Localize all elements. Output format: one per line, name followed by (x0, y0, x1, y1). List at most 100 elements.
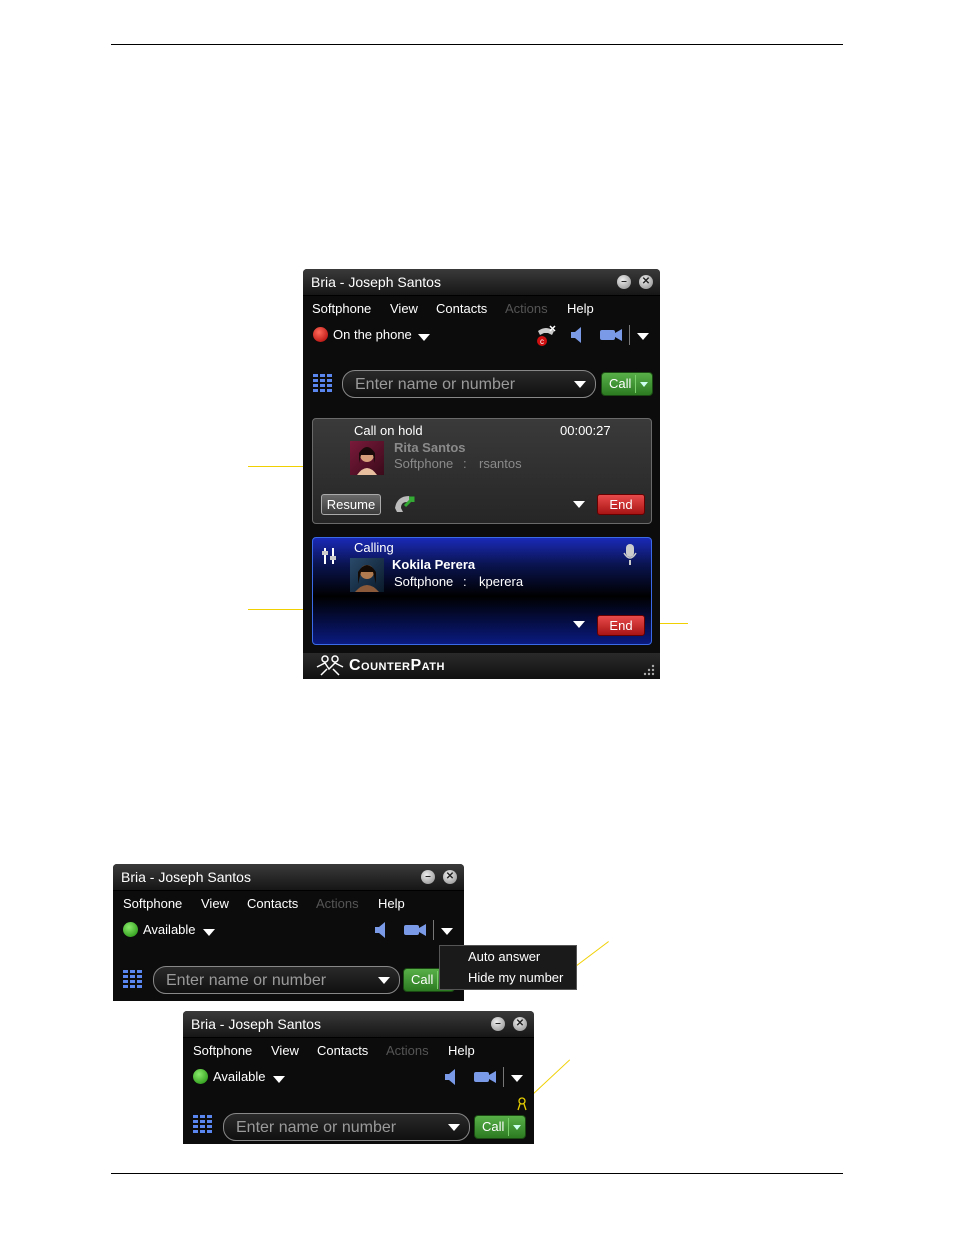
end-call-button-hold[interactable]: End (597, 494, 645, 515)
toolbar-divider (503, 1067, 504, 1087)
bria-window-options-menu: Bria - Joseph Santos – ✕ Softphone View … (113, 864, 464, 1001)
microphone-icon[interactable] (623, 543, 637, 567)
dialpad-icon[interactable] (193, 1115, 213, 1133)
hold-call-options-icon[interactable] (573, 501, 585, 508)
menu-contacts[interactable]: Contacts (247, 896, 298, 911)
status-dropdown-icon[interactable] (418, 334, 430, 341)
video-camera-icon[interactable] (403, 922, 427, 938)
status-dropdown-icon[interactable] (273, 1076, 285, 1083)
speaker-icon[interactable] (569, 326, 587, 344)
hold-state-label: Call on hold (354, 423, 423, 438)
menu-view[interactable]: View (201, 896, 229, 911)
call-on-hold-panel: Call on hold 00:00:27 Rita Santos Softph… (312, 418, 652, 524)
brand-name: CounterPath (349, 657, 445, 674)
contact-line: Softphone (394, 456, 454, 471)
dial-entry-field[interactable] (342, 370, 596, 398)
toolbar-divider (629, 325, 630, 345)
dial-history-dropdown-icon[interactable] (448, 1124, 460, 1131)
title-bar[interactable]: Bria - Joseph Santos – ✕ (113, 864, 464, 891)
minimize-icon[interactable]: – (421, 870, 435, 884)
available-status-icon (193, 1069, 208, 1084)
status-dropdown-icon[interactable] (203, 929, 215, 936)
resize-grip-icon[interactable] (643, 663, 655, 676)
status-label[interactable]: Available (213, 1069, 266, 1084)
toolbar-options-menu: Auto answer Hide my number (439, 945, 577, 990)
title-bar[interactable]: Bria - Joseph Santos – ✕ (303, 269, 660, 296)
minimize-icon[interactable]: – (617, 275, 631, 289)
menu-actions: Actions (316, 896, 359, 911)
contact-separator: : (463, 574, 467, 589)
available-status-icon (123, 922, 138, 937)
call-button[interactable]: Call (474, 1115, 526, 1139)
menu-bar: Softphone View Contacts Actions Help (183, 1038, 534, 1062)
window-title: Bria - Joseph Santos (121, 869, 251, 885)
bria-window-privacy-on: Bria - Joseph Santos – ✕ Softphone View … (183, 1011, 534, 1144)
bria-window-on-call: Bria - Joseph Santos – ✕ Softphone View … (303, 269, 660, 679)
contact-avatar-rita (350, 441, 384, 475)
dialpad-icon[interactable] (313, 374, 333, 392)
contact-name: Rita Santos (394, 440, 466, 455)
end-call-button-calling[interactable]: End (597, 615, 645, 636)
header-rule (111, 44, 843, 45)
call-button-label: Call (482, 1119, 505, 1134)
minimize-icon[interactable]: – (491, 1017, 505, 1031)
menu-softphone[interactable]: Softphone (312, 301, 371, 316)
dnd-phone-icon[interactable]: c (535, 325, 557, 347)
close-icon[interactable]: ✕ (443, 870, 457, 884)
menu-view[interactable]: View (390, 301, 418, 316)
speaker-icon[interactable] (373, 921, 391, 939)
calling-state-label: Calling (354, 540, 394, 555)
menu-softphone[interactable]: Softphone (193, 1043, 252, 1058)
call-button-label: Call (609, 376, 632, 391)
toolbar-options-icon[interactable] (441, 928, 453, 935)
contact-account: rsantos (479, 456, 522, 471)
dial-row: Call (303, 368, 660, 402)
menu-contacts[interactable]: Contacts (317, 1043, 368, 1058)
menu-contacts[interactable]: Contacts (436, 301, 487, 316)
toolbar-divider (433, 920, 434, 940)
speaker-icon[interactable] (443, 1068, 461, 1086)
status-label[interactable]: On the phone (333, 327, 412, 342)
dial-row: Call (113, 964, 464, 998)
dial-entry-field[interactable] (223, 1113, 470, 1141)
dialpad-icon[interactable] (123, 970, 143, 988)
close-icon[interactable]: ✕ (639, 275, 653, 289)
toolbar-options-icon[interactable] (511, 1075, 523, 1082)
dial-input[interactable] (164, 970, 360, 992)
status-label[interactable]: Available (143, 922, 196, 937)
menu-help[interactable]: Help (378, 896, 405, 911)
dial-input[interactable] (234, 1117, 430, 1139)
mixer-icon[interactable] (322, 546, 338, 566)
close-icon[interactable]: ✕ (513, 1017, 527, 1031)
menu-softphone[interactable]: Softphone (123, 896, 182, 911)
menu-help[interactable]: Help (567, 301, 594, 316)
dial-entry-field[interactable] (153, 966, 400, 994)
video-camera-icon[interactable] (473, 1069, 497, 1085)
window-title: Bria - Joseph Santos (191, 1016, 321, 1032)
on-phone-status-icon (313, 327, 328, 342)
menu-view[interactable]: View (271, 1043, 299, 1058)
transfer-call-icon[interactable] (393, 492, 419, 514)
calling-panel: Calling Kokila Perera Softphone : kperer… (312, 537, 652, 645)
video-camera-icon[interactable] (599, 327, 623, 343)
menu-item-auto-answer[interactable]: Auto answer (468, 949, 540, 964)
call-button[interactable]: Call (601, 372, 653, 396)
menu-item-hide-my-number[interactable]: Hide my number (468, 970, 563, 985)
status-row: On the phone c (303, 321, 660, 349)
dial-input[interactable] (353, 374, 554, 396)
menu-help[interactable]: Help (448, 1043, 475, 1058)
dial-history-dropdown-icon[interactable] (574, 381, 586, 388)
title-bar[interactable]: Bria - Joseph Santos – ✕ (183, 1011, 534, 1038)
resume-button[interactable]: Resume (321, 494, 381, 515)
menu-bar: Softphone View Contacts Actions Help (303, 296, 660, 320)
menu-actions: Actions (386, 1043, 429, 1058)
calling-options-icon[interactable] (573, 621, 585, 628)
call-options-icon[interactable] (513, 1125, 521, 1130)
footer-rule (111, 1173, 843, 1174)
menu-bar: Softphone View Contacts Actions Help (113, 891, 464, 915)
call-options-icon[interactable] (640, 382, 648, 387)
dial-history-dropdown-icon[interactable] (378, 977, 390, 984)
window-title: Bria - Joseph Santos (311, 274, 441, 290)
toolbar-options-icon[interactable] (637, 333, 649, 340)
call-button-label: Call (411, 972, 434, 987)
